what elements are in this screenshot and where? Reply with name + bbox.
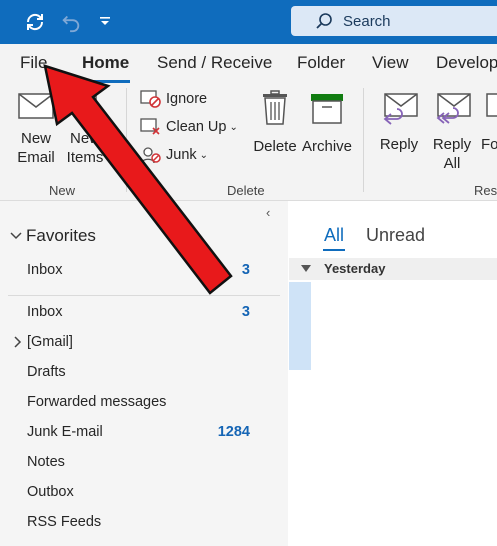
annotation-arrow	[43, 64, 233, 295]
